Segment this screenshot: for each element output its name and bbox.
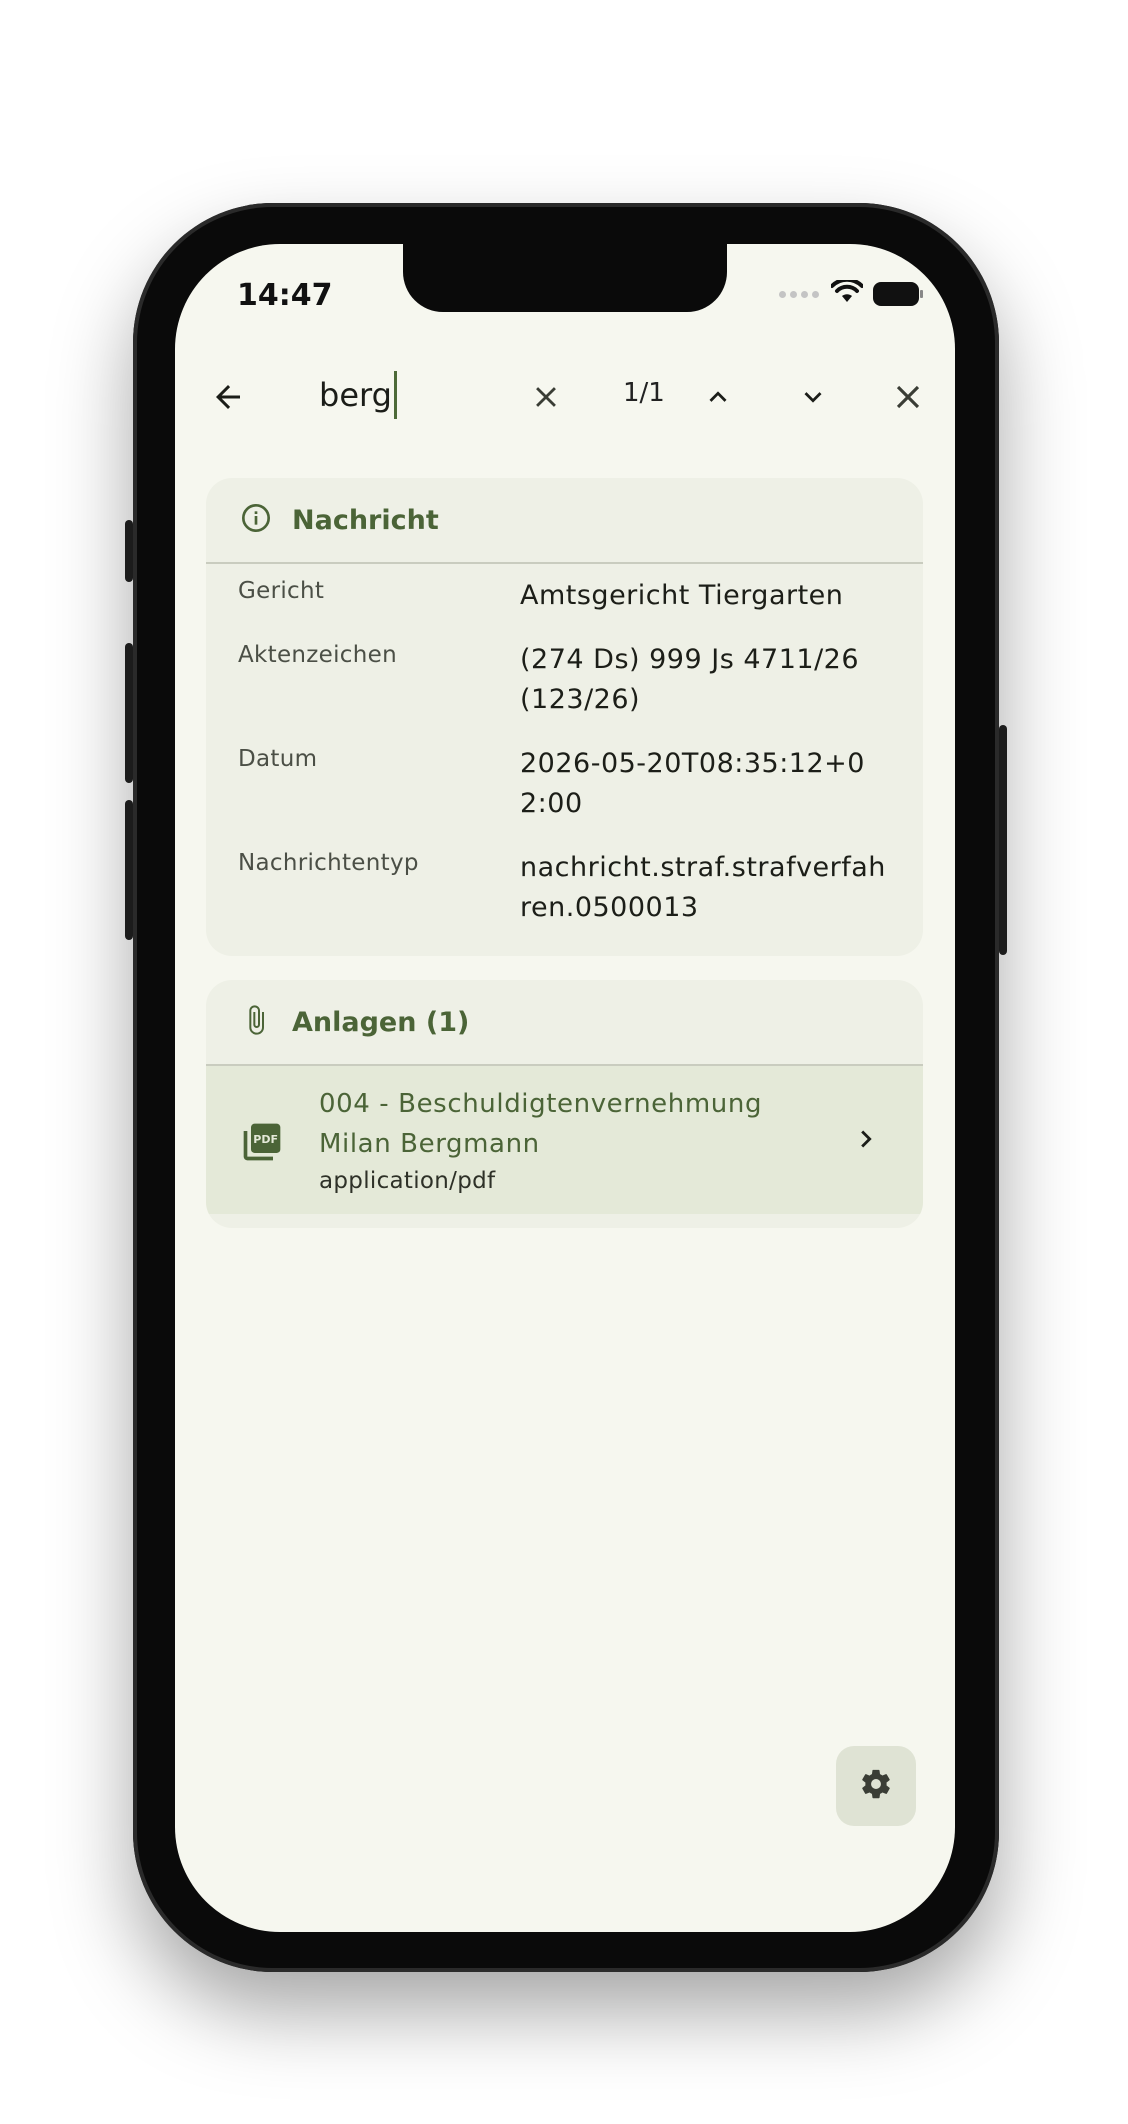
field-row-gericht: Gericht Amtsgericht Tiergarten: [206, 564, 923, 628]
search-input[interactable]: berg: [319, 371, 397, 419]
attachment-item[interactable]: PDF 004 - Beschuldigtenvernehmung Milan …: [206, 1066, 923, 1214]
chevron-right-icon: [849, 1122, 883, 1160]
field-value: Amtsgericht Tiergarten: [520, 580, 844, 611]
attachments-card: Anlagen (1) PDF 004 - Beschuldigtenverne…: [206, 980, 923, 1228]
field-row-aktenzeichen: Aktenzeichen (274 Ds) 999 Js 4711/26 (12…: [206, 628, 923, 732]
field-row-datum: Datum 2026-05-20T08:35:12+02:00: [206, 732, 923, 836]
text-cursor: [393, 371, 397, 419]
attachments-card-title: Anlagen (1): [292, 1006, 470, 1038]
chevron-up-icon[interactable]: [693, 372, 743, 422]
clear-icon[interactable]: [521, 372, 571, 422]
attachments-card-header: Anlagen (1): [206, 980, 923, 1066]
field-label: Datum: [238, 746, 318, 772]
back-arrow-icon[interactable]: [203, 372, 253, 422]
close-icon[interactable]: [883, 372, 933, 422]
message-card-title: Nachricht: [292, 504, 439, 536]
signal-dots: [779, 290, 819, 298]
power-button: [999, 725, 1007, 955]
field-value: nachricht.straf.strafverfahren.0500013: [520, 852, 886, 923]
notch: [403, 244, 727, 312]
status-indicators: [779, 277, 923, 308]
match-counter: 1/1: [623, 378, 665, 408]
info-icon: [240, 502, 272, 538]
volume-down-button: [125, 800, 133, 940]
field-row-nachrichtentyp: Nachrichtentyp nachricht.straf.strafverf…: [206, 836, 923, 940]
message-card-header: Nachricht: [206, 478, 923, 564]
chevron-down-icon[interactable]: [788, 372, 838, 422]
field-label: Gericht: [238, 578, 325, 604]
attachment-mime: application/pdf: [319, 1168, 496, 1194]
status-time: 14:47: [237, 278, 333, 313]
search-toolbar: berg 1/1: [175, 364, 955, 430]
pdf-icon: PDF: [240, 1120, 284, 1168]
message-card: Nachricht Gericht Amtsgericht Tiergarten…: [206, 478, 923, 956]
search-query: berg: [319, 376, 392, 414]
attachment-title: 004 - Beschuldigtenvernehmung: [319, 1089, 763, 1119]
battery-icon: [875, 284, 923, 304]
attachment-text: 004 - Beschuldigtenvernehmung Milan Berg…: [319, 1084, 762, 1198]
paperclip-icon: [240, 1004, 272, 1040]
svg-text:PDF: PDF: [253, 1133, 278, 1146]
app-screen: 14:47 berg 1/1 Nachricht Gericht Amtsger…: [175, 244, 955, 1932]
settings-button[interactable]: [836, 1746, 916, 1826]
field-label: Aktenzeichen: [238, 642, 397, 668]
field-value: (274 Ds) 999 Js 4711/26 (123/26): [520, 644, 860, 715]
field-value: 2026-05-20T08:35:12+02:00: [520, 748, 865, 819]
attachment-subtitle: Milan Bergmann: [319, 1129, 540, 1159]
volume-up-button: [125, 643, 133, 783]
wifi-icon: [830, 277, 864, 308]
field-label: Nachrichtentyp: [238, 850, 419, 876]
mute-switch: [125, 520, 133, 582]
gear-icon: [859, 1767, 893, 1805]
